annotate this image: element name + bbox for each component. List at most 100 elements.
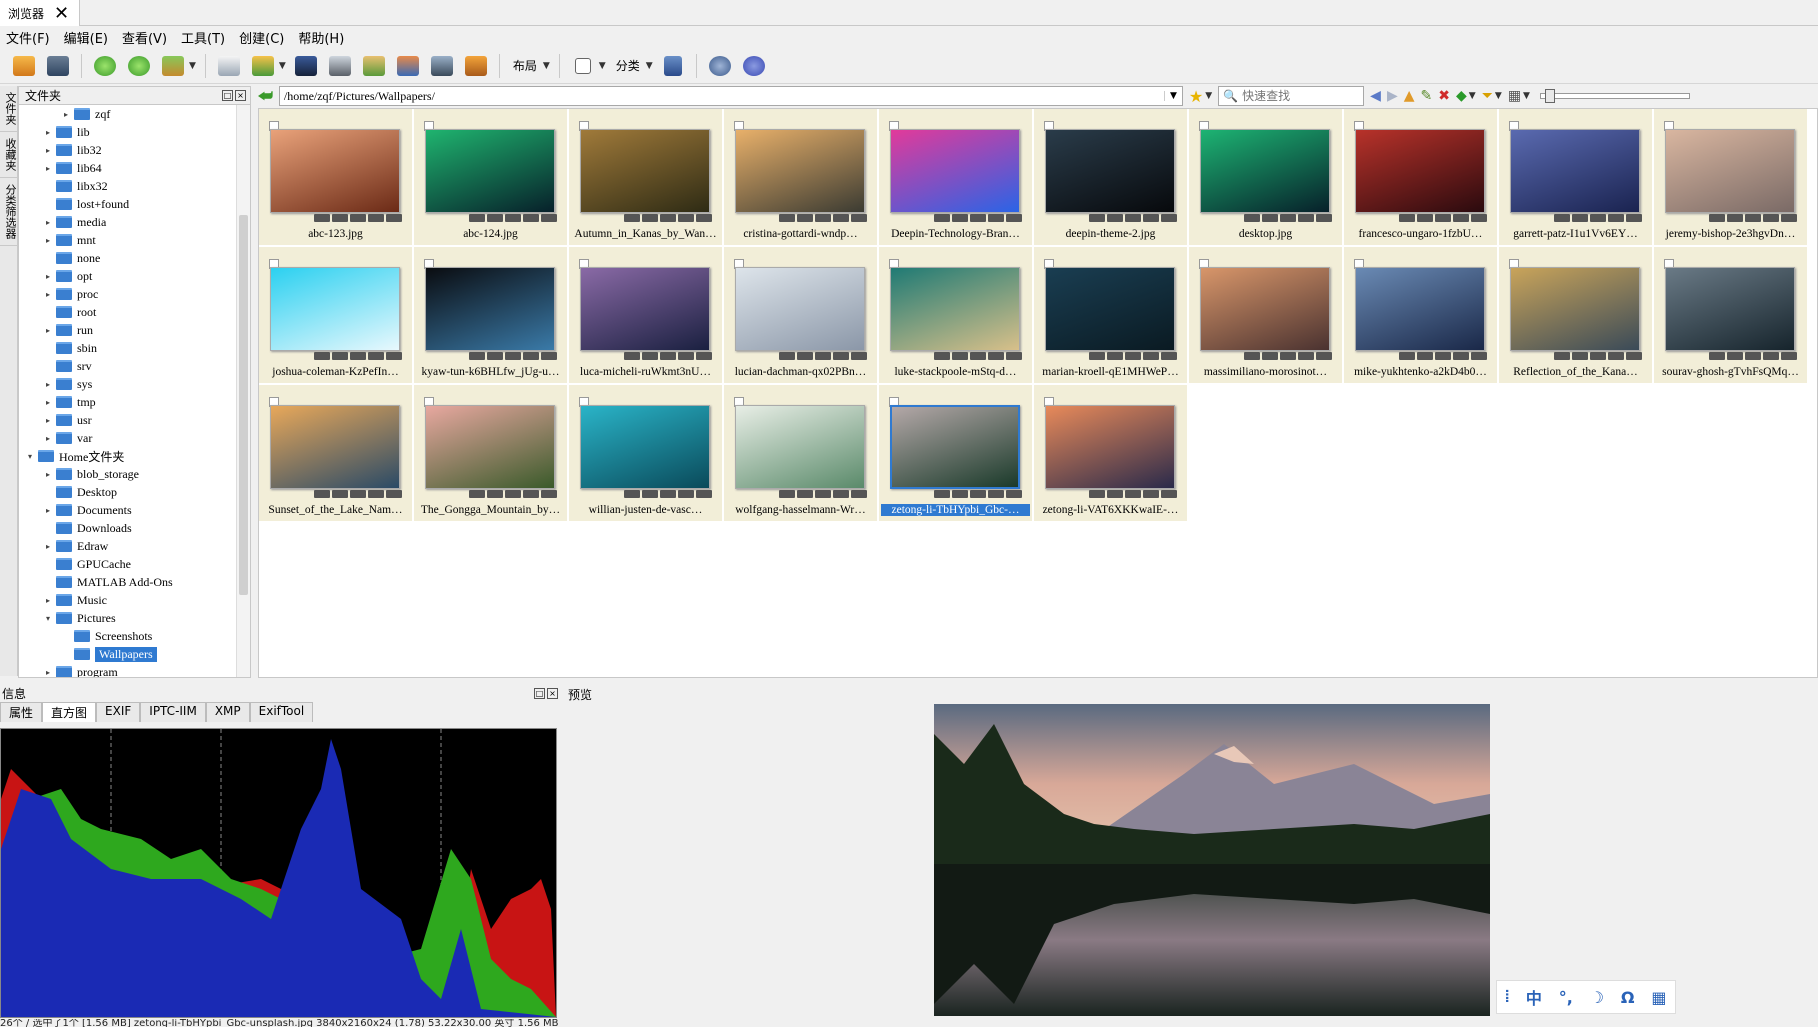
path-input[interactable]: /home/zqf/Pictures/Wallpapers/ ▼ xyxy=(278,86,1183,106)
zoom-slider[interactable] xyxy=(1539,89,1690,103)
grid-view-icon[interactable]: ▦ xyxy=(1508,88,1521,104)
filter-icon[interactable]: ⏷ xyxy=(1482,88,1493,104)
tab-histogram[interactable]: 直方图 xyxy=(42,702,97,722)
chevron-right-icon[interactable]: ▸ xyxy=(61,110,71,119)
thumbnail-cell[interactable]: Reflection_of_the_Kana… xyxy=(1499,247,1653,384)
rotate-right-button[interactable] xyxy=(125,52,153,80)
chevron-right-icon[interactable]: ▸ xyxy=(43,434,53,443)
tree-item[interactable]: ▸ mnt xyxy=(19,231,237,249)
tree-item[interactable]: ▸ zqf xyxy=(19,105,237,123)
filter-dropdown-arrow[interactable]: ▼ xyxy=(1495,91,1502,101)
side-tab-folders[interactable]: 文件夹 xyxy=(0,86,20,132)
tree-item[interactable]: ▸ sys xyxy=(19,375,237,393)
tree-item[interactable]: libx32 xyxy=(19,177,237,195)
menu-file[interactable]: 文件(F) xyxy=(6,28,50,47)
tree-item[interactable]: ▸ lib64 xyxy=(19,159,237,177)
thumbnail-cell[interactable]: luca-micheli-ruWkmt3nU… xyxy=(569,247,723,384)
star-icon[interactable]: ★ xyxy=(1189,87,1203,106)
chevron-down-icon[interactable]: ▼ xyxy=(1163,91,1182,101)
thumbnail-cell[interactable]: jeremy-bishop-2e3hgvDn… xyxy=(1654,109,1808,246)
open-folder-button[interactable] xyxy=(10,52,38,80)
float-icon[interactable]: □ xyxy=(222,90,233,101)
chevron-down-icon[interactable]: ▾ xyxy=(25,452,35,461)
thumbnail-cell[interactable]: deepin-theme-2.jpg xyxy=(1034,109,1188,246)
thumbnail-cell[interactable]: The_Gongga_Mountain_by… xyxy=(414,385,568,522)
tree-item[interactable]: ▸ var xyxy=(19,429,237,447)
chevron-right-icon[interactable]: ▸ xyxy=(43,128,53,137)
slideshow-button[interactable] xyxy=(394,52,422,80)
close-icon[interactable]: × xyxy=(235,90,246,101)
thumbnail-cell[interactable]: Deepin-Technology-Bran… xyxy=(879,109,1033,246)
omega-icon[interactable]: Ω xyxy=(1621,988,1635,1007)
thumbnail-cell[interactable]: kyaw-tun-k6BHLfw_jUg-u… xyxy=(414,247,568,384)
thumbnail-cell[interactable]: lucian-dachman-qx02PBn… xyxy=(724,247,878,384)
chevron-right-icon[interactable]: ▸ xyxy=(43,146,53,155)
view-mode-button[interactable] xyxy=(569,52,597,80)
thumbnail-cell[interactable]: sourav-ghosh-gTvhFsQMq… xyxy=(1654,247,1808,384)
tree-item[interactable]: ▸ program xyxy=(19,663,237,677)
layout-dropdown-arrow[interactable]: ▼ xyxy=(543,61,550,71)
sort-dropdown-arrow[interactable]: ▼ xyxy=(646,61,653,71)
tab-exiftool[interactable]: ExifTool xyxy=(249,702,314,722)
move-button[interactable] xyxy=(249,52,277,80)
fullscreen-button[interactable] xyxy=(44,52,72,80)
thumbnail-cell[interactable]: massimiliano-morosinot… xyxy=(1189,247,1343,384)
tree-item[interactable]: Downloads xyxy=(19,519,237,537)
tree-item[interactable]: ▸ usr xyxy=(19,411,237,429)
tree-item[interactable]: srv xyxy=(19,357,237,375)
menu-tools[interactable]: 工具(T) xyxy=(181,28,225,47)
layout-menu[interactable]: 布局 xyxy=(509,57,541,74)
import-dropdown-arrow[interactable]: ▼ xyxy=(189,61,196,71)
chevron-right-icon[interactable]: ▸ xyxy=(43,470,53,479)
thumbnail-cell[interactable]: marian-kroell-qE1MHWeP… xyxy=(1034,247,1188,384)
tab-xmp[interactable]: XMP xyxy=(205,702,250,722)
tree-item[interactable]: Screenshots xyxy=(19,627,237,645)
close-icon[interactable]: ✕ xyxy=(54,3,69,24)
grid-dropdown-arrow[interactable]: ▼ xyxy=(1523,91,1530,101)
float-icon[interactable]: □ xyxy=(534,687,545,699)
tree-item[interactable]: Desktop xyxy=(19,483,237,501)
side-tab-category-filter[interactable]: 分类筛选器 xyxy=(0,178,20,246)
tree-item[interactable]: ▸ Edraw xyxy=(19,537,237,555)
copy-button[interactable] xyxy=(215,52,243,80)
tree-item[interactable]: ▸ Music xyxy=(19,591,237,609)
thumbnail-cell[interactable]: mike-yukhtenko-a2kD4b0… xyxy=(1344,247,1498,384)
batch-button[interactable] xyxy=(360,52,388,80)
thumbnail-cell[interactable]: cristina-gottardi-wndp… xyxy=(724,109,878,246)
forward-icon[interactable]: ▶ xyxy=(1387,88,1398,104)
thumbnail-cell[interactable]: joshua-coleman-KzPefIn… xyxy=(259,247,413,384)
tree-item[interactable]: root xyxy=(19,303,237,321)
thumbnail-cell[interactable]: Autumn_in_Kanas_by_Wan… xyxy=(569,109,723,246)
rotate-left-button[interactable] xyxy=(91,52,119,80)
thumbnail-cell[interactable]: abc-123.jpg xyxy=(259,109,413,246)
chevron-right-icon[interactable]: ▸ xyxy=(43,326,53,335)
tree-item[interactable]: Wallpapers xyxy=(19,645,237,663)
chevron-right-icon[interactable]: ▸ xyxy=(43,668,53,677)
sync-icon[interactable]: ◆ xyxy=(1456,88,1467,104)
chevron-right-icon[interactable]: ▸ xyxy=(43,380,53,389)
tree-item[interactable]: ▸ proc xyxy=(19,285,237,303)
chevron-right-icon[interactable]: ▸ xyxy=(43,542,53,551)
tree-item[interactable]: ▸ blob_storage xyxy=(19,465,237,483)
thumbnail-cell[interactable]: wolfgang-hasselmann-Wr… xyxy=(724,385,878,522)
tab-exif[interactable]: EXIF xyxy=(96,702,141,722)
tab-iptc[interactable]: IPTC-IIM xyxy=(140,702,206,722)
tree-item[interactable]: ▸ lib32 xyxy=(19,141,237,159)
tab-properties[interactable]: 属性 xyxy=(0,702,43,722)
tree-item[interactable]: ▸ run xyxy=(19,321,237,339)
menu-view[interactable]: 查看(V) xyxy=(122,28,167,47)
chevron-down-icon[interactable]: ▾ xyxy=(43,614,53,623)
tree-item[interactable]: MATLAB Add-Ons xyxy=(19,573,237,591)
sync-dropdown-arrow[interactable]: ▼ xyxy=(1469,91,1476,101)
favorites-dropdown-arrow[interactable]: ▼ xyxy=(1205,91,1212,101)
search-field[interactable]: 🔍 xyxy=(1218,86,1365,106)
chevron-right-icon[interactable]: ▸ xyxy=(43,506,53,515)
presentation-button[interactable] xyxy=(462,52,490,80)
chevron-right-icon[interactable]: ▸ xyxy=(43,398,53,407)
thumbnail-cell[interactable]: willian-justen-de-vasc… xyxy=(569,385,723,522)
move-dropdown-arrow[interactable]: ▼ xyxy=(279,61,286,71)
back-icon[interactable]: ◀ xyxy=(1370,88,1381,104)
menu-edit[interactable]: 编辑(E) xyxy=(64,28,108,47)
chevron-right-icon[interactable]: ▸ xyxy=(43,416,53,425)
thumbnail-cell[interactable]: zetong-li-TbHYpbi_Gbc-… xyxy=(879,385,1033,522)
